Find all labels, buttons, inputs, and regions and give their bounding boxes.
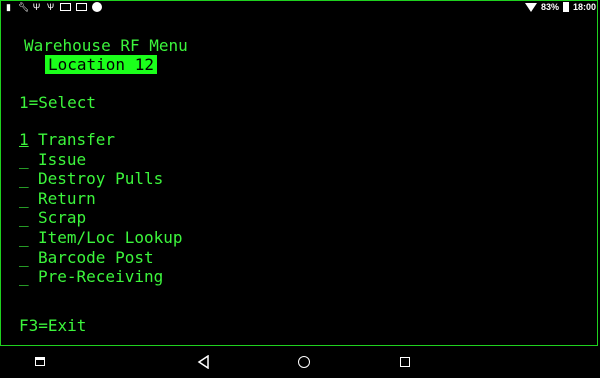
selection-field[interactable]: _ — [19, 228, 29, 248]
menu-item-label: Barcode Post — [38, 247, 154, 267]
usb-debug-icon: Ѱ — [46, 2, 55, 12]
menu-item-pre-receiving[interactable]: _ Pre-Receiving — [19, 267, 183, 287]
menu-item-label: Return — [38, 188, 96, 208]
app-icon — [76, 3, 87, 11]
overview-icon[interactable] — [400, 357, 410, 367]
selection-field[interactable]: _ — [19, 248, 29, 268]
screen-title: Warehouse RF Menu — [24, 36, 188, 55]
menu-item-label: Destroy Pulls — [38, 169, 164, 189]
menu-item-item-loc-lookup[interactable]: _ Item/Loc Lookup — [19, 228, 183, 248]
selection-field[interactable]: _ — [19, 189, 29, 209]
notification-icon: ▮ — [6, 2, 11, 12]
mail-icon — [60, 3, 71, 11]
wifi-icon — [524, 2, 537, 12]
menu-item-issue[interactable]: _ Issue — [19, 150, 183, 170]
home-icon[interactable] — [298, 356, 310, 368]
recent-apps-icon[interactable] — [35, 357, 45, 366]
selection-field[interactable]: _ — [19, 208, 29, 228]
menu-item-label: Transfer — [38, 130, 116, 149]
selection-field[interactable]: _ — [19, 169, 29, 189]
exit-function-key[interactable]: F3=Exit — [19, 316, 86, 335]
clock: 18:00 — [572, 2, 596, 12]
menu-item-destroy-pulls[interactable]: _ Destroy Pulls — [19, 169, 183, 189]
menu-item-scrap[interactable]: _ Scrap — [19, 208, 183, 228]
menu-item-label: Item/Loc Lookup — [38, 227, 183, 247]
battery-percent: 83% — [540, 2, 559, 12]
status-bar: ▮ 🔧︎ Ψ Ѱ 83% 18:00 — [0, 0, 600, 18]
circle-icon — [92, 2, 102, 12]
menu-item-barcode-post[interactable]: _ Barcode Post — [19, 248, 183, 268]
instruction-text: 1=Select — [19, 93, 97, 112]
navigation-bar — [0, 346, 600, 378]
selection-field[interactable]: _ — [19, 150, 29, 170]
menu-item-label: Scrap — [38, 208, 87, 228]
selection-field[interactable]: _ — [19, 267, 29, 287]
selection-field[interactable]: 1 — [19, 130, 29, 150]
menu-item-label: Pre-Receiving — [38, 267, 164, 287]
menu-item-transfer[interactable]: 1 Transfer — [19, 130, 183, 150]
menu-item-return[interactable]: _ Return — [19, 189, 183, 209]
menu-item-label: Issue — [38, 149, 87, 169]
wrench-icon: 🔧︎ — [18, 2, 30, 12]
menu-list: 1 Transfer _ Issue _ Destroy Pulls _ Ret… — [19, 130, 183, 287]
back-icon[interactable] — [197, 355, 211, 369]
usb-icon: Ψ — [32, 2, 41, 12]
location-label: Location 12 — [45, 55, 157, 74]
battery-icon — [562, 2, 569, 12]
